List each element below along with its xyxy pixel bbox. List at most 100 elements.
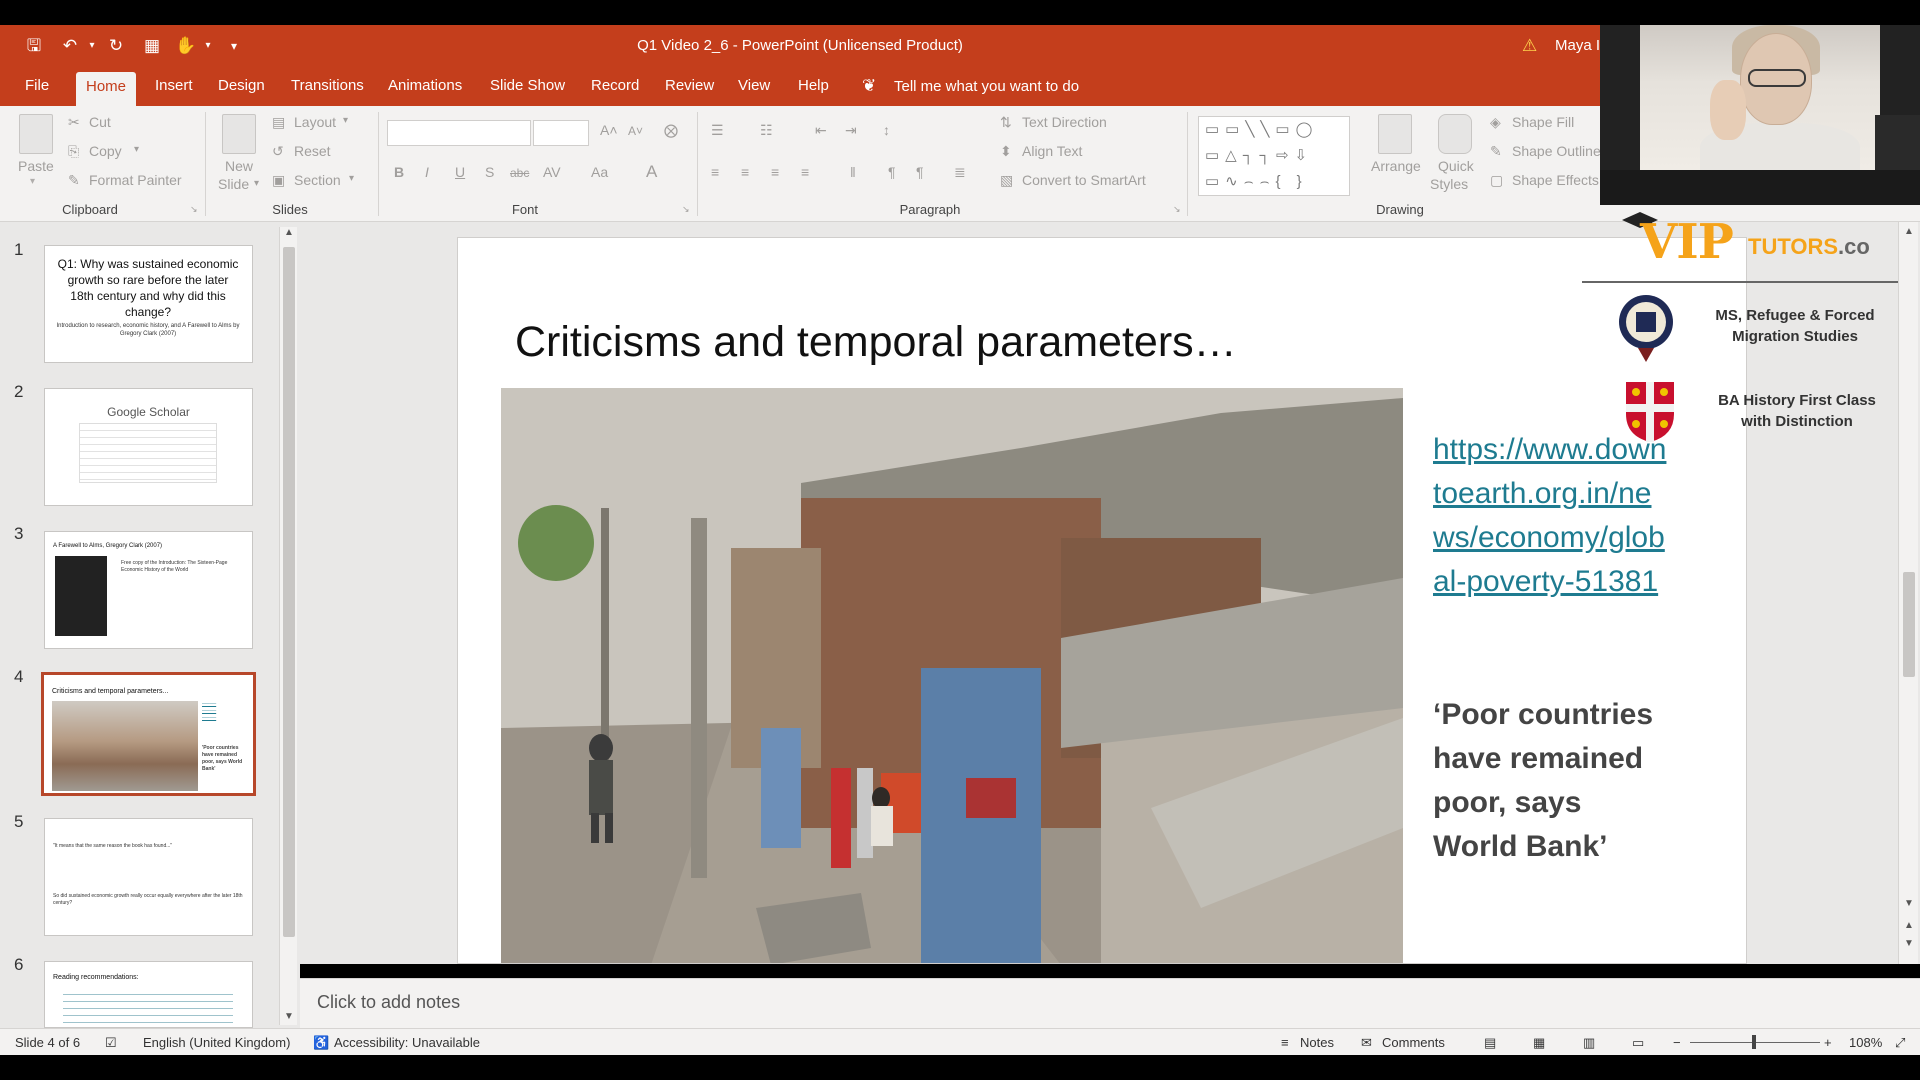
- font-color-button[interactable]: A: [646, 162, 657, 182]
- shape-outline-button[interactable]: Shape Outline: [1512, 143, 1601, 159]
- new-slide-button[interactable]: New: [225, 158, 253, 174]
- align-right-icon[interactable]: ≡: [771, 164, 779, 180]
- format-painter-icon[interactable]: ✎: [68, 172, 80, 189]
- arrange-button[interactable]: Arrange: [1371, 158, 1421, 174]
- decrease-indent-icon[interactable]: ⇤: [815, 122, 827, 139]
- font-size-input[interactable]: [533, 120, 589, 146]
- shape-fill-icon[interactable]: ◈: [1490, 114, 1501, 131]
- scroll-down-icon[interactable]: ▼: [1904, 898, 1914, 909]
- strikethrough-button[interactable]: abc: [510, 166, 529, 180]
- text-direction-icon[interactable]: ⇅: [1000, 114, 1012, 131]
- tab-view[interactable]: View: [728, 75, 780, 106]
- article-link[interactable]: https://www.down toearth.org.in/ne ws/ec…: [1433, 428, 1666, 604]
- notes-pane[interactable]: Click to add notes: [300, 978, 1920, 1028]
- cut-button[interactable]: Cut: [89, 114, 111, 130]
- tab-insert[interactable]: Insert: [145, 75, 203, 106]
- link-line[interactable]: al-poverty-51381: [1433, 560, 1663, 604]
- tab-slide-show[interactable]: Slide Show: [480, 75, 575, 106]
- scroll-up-icon[interactable]: ▲: [284, 227, 294, 238]
- columns-icon[interactable]: ‖: [850, 164, 856, 180]
- section-icon[interactable]: ▣: [272, 172, 285, 189]
- tab-record[interactable]: Record: [581, 75, 649, 106]
- quick-styles-button-label[interactable]: Styles: [1430, 176, 1468, 192]
- underline-button[interactable]: U: [455, 164, 465, 180]
- shape-outline-icon[interactable]: ✎: [1490, 143, 1502, 160]
- character-spacing-button[interactable]: AV: [543, 164, 561, 180]
- zoom-level[interactable]: 108%: [1849, 1035, 1882, 1050]
- copy-icon[interactable]: ⎘: [68, 143, 79, 160]
- convert-smartart-button[interactable]: Convert to SmartArt: [1022, 172, 1146, 188]
- slide-thumbnail-3[interactable]: A Farewell to Alms, Gregory Clark (2007)…: [44, 531, 253, 649]
- slide-thumbnail-6[interactable]: Reading recommendations:: [44, 961, 253, 1028]
- justify-icon[interactable]: ≡: [801, 164, 809, 180]
- previous-slide-icon[interactable]: ▲: [1904, 920, 1914, 931]
- reset-icon[interactable]: ↺: [272, 143, 284, 160]
- thumbnails-scrollbar[interactable]: ▲ ▼: [279, 227, 297, 1025]
- copy-button[interactable]: Copy: [89, 143, 122, 159]
- quick-styles-button[interactable]: Quick: [1438, 158, 1474, 174]
- font-name-input[interactable]: [387, 120, 531, 146]
- new-slide-icon[interactable]: [222, 114, 256, 154]
- reading-view-icon[interactable]: ▥: [1583, 1035, 1595, 1051]
- smartart-icon[interactable]: ▧: [1000, 172, 1013, 189]
- slide-sorter-icon[interactable]: ▦: [1533, 1035, 1545, 1051]
- clear-formatting-icon[interactable]: ⨂: [664, 122, 678, 139]
- tell-me-search[interactable]: Tell me what you want to do: [894, 78, 1079, 95]
- slide-title[interactable]: Criticisms and temporal parameters…: [515, 318, 1237, 367]
- increase-indent-icon[interactable]: ⇥: [845, 122, 857, 139]
- comments-icon[interactable]: ✉: [1361, 1035, 1372, 1051]
- slideshow-view-icon[interactable]: ▭: [1632, 1035, 1644, 1051]
- tab-animations[interactable]: Animations: [378, 75, 472, 106]
- reset-button[interactable]: Reset: [294, 143, 331, 159]
- link-line[interactable]: toearth.org.in/ne: [1433, 472, 1663, 516]
- line-spacing-icon[interactable]: ↕: [883, 122, 890, 138]
- lightbulb-icon[interactable]: ❦: [862, 76, 876, 96]
- tab-help[interactable]: Help: [788, 75, 839, 106]
- text-direction-button[interactable]: Text Direction: [1022, 114, 1107, 130]
- notes-toggle-button[interactable]: Notes: [1300, 1035, 1334, 1050]
- slum-street-photo[interactable]: [501, 388, 1403, 963]
- warning-icon[interactable]: ⚠: [1522, 36, 1537, 56]
- fit-to-window-icon[interactable]: ⤢: [1895, 1035, 1905, 1051]
- link-line[interactable]: ws/economy/glob: [1433, 516, 1665, 560]
- section-button[interactable]: Section: [294, 172, 341, 188]
- quote-text[interactable]: ‘Poor countries have remained poor, says…: [1433, 693, 1673, 869]
- new-slide-dropdown-icon[interactable]: ▾: [254, 178, 259, 189]
- accessibility-status[interactable]: Accessibility: Unavailable: [334, 1035, 480, 1050]
- numbering-icon[interactable]: ☷: [760, 122, 773, 139]
- scroll-down-icon[interactable]: ▼: [284, 1011, 294, 1022]
- bullets-icon[interactable]: ☰: [711, 122, 724, 139]
- decrease-font-icon[interactable]: A˅: [628, 124, 643, 138]
- thumbnails-scroll-thumb[interactable]: [283, 247, 295, 937]
- section-dropdown-icon[interactable]: ▾: [349, 173, 354, 184]
- clipboard-launcher-icon[interactable]: ↘: [190, 204, 198, 215]
- shape-effects-button[interactable]: Shape Effects: [1512, 172, 1599, 188]
- language-indicator[interactable]: English (United Kingdom): [143, 1035, 290, 1050]
- align-text-button[interactable]: Align Text: [1022, 143, 1082, 159]
- paste-icon[interactable]: [19, 114, 53, 154]
- next-slide-icon[interactable]: ▼: [1904, 938, 1914, 949]
- ltr-icon[interactable]: ¶: [916, 164, 924, 180]
- bold-button[interactable]: B: [394, 164, 404, 180]
- format-painter-button[interactable]: Format Painter: [89, 172, 182, 188]
- tab-review[interactable]: Review: [655, 75, 724, 106]
- layout-icon[interactable]: ▤: [272, 114, 285, 131]
- slide-scrollbar[interactable]: ▲ ▼ ▲ ▼: [1898, 222, 1918, 964]
- zoom-out-icon[interactable]: −: [1673, 1035, 1681, 1050]
- shape-fill-button[interactable]: Shape Fill: [1512, 114, 1574, 130]
- current-slide[interactable]: Criticisms and temporal parameters… http…: [457, 237, 1747, 964]
- change-case-button[interactable]: Aa: [591, 164, 608, 180]
- slide-thumbnail-4[interactable]: Criticisms and temporal parameters... ──…: [41, 672, 256, 796]
- quick-styles-icon[interactable]: [1438, 114, 1472, 154]
- notes-toggle-icon[interactable]: ≡: [1281, 1035, 1289, 1050]
- align-left-icon[interactable]: ≡: [711, 164, 719, 180]
- slide-scroll-thumb[interactable]: [1903, 572, 1915, 677]
- smartart-layout-icon[interactable]: ≣: [954, 164, 966, 181]
- notes-placeholder[interactable]: Click to add notes: [317, 992, 460, 1013]
- align-center-icon[interactable]: ≡: [741, 164, 749, 180]
- tab-home[interactable]: Home: [76, 72, 137, 106]
- paste-dropdown-icon[interactable]: ▾: [30, 176, 35, 187]
- scroll-up-icon[interactable]: ▲: [1904, 226, 1914, 237]
- user-name[interactable]: Maya I: [1555, 37, 1600, 54]
- zoom-in-icon[interactable]: +: [1824, 1035, 1832, 1050]
